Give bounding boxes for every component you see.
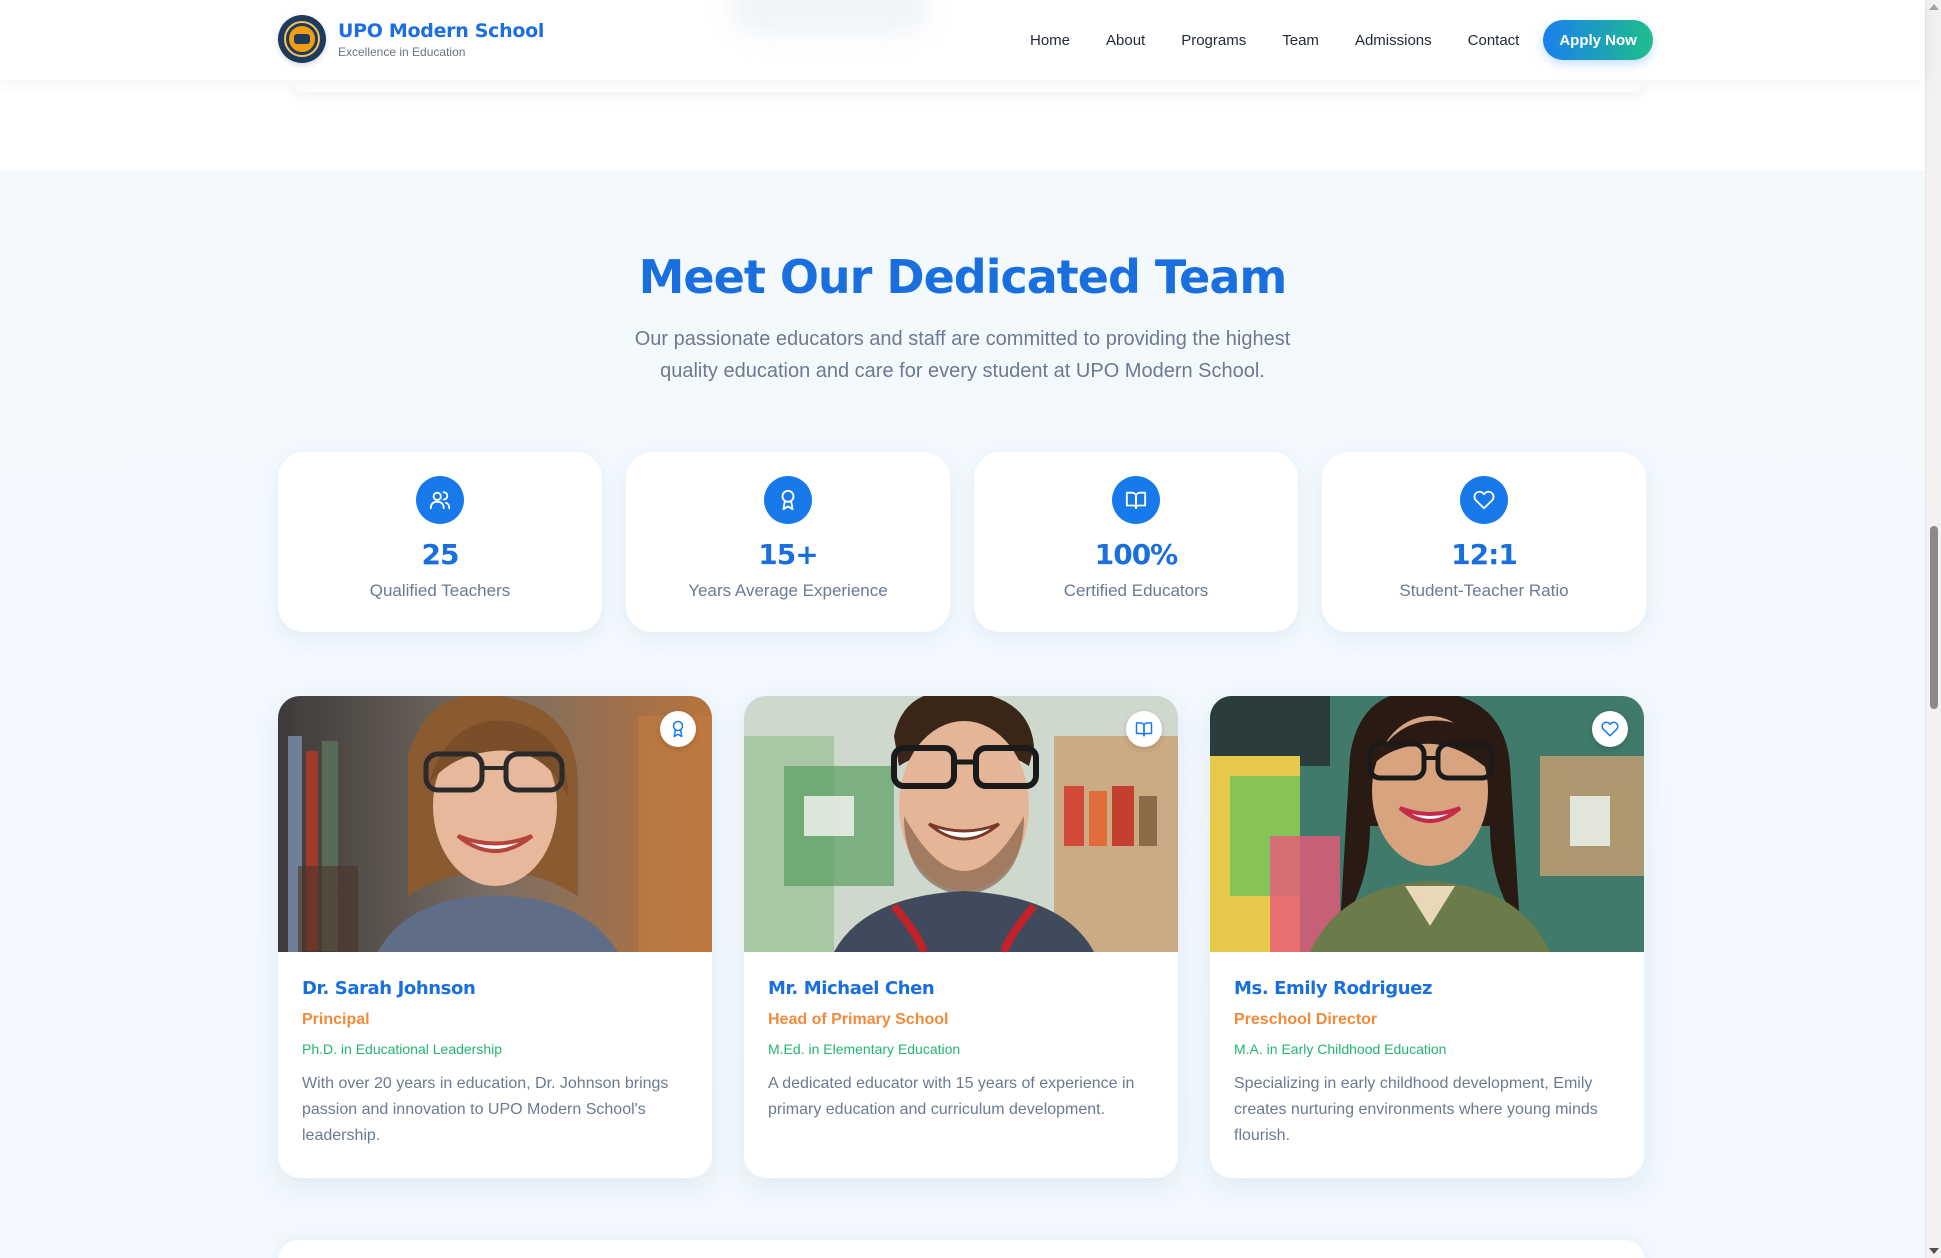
nav-admissions[interactable]: Admissions	[1337, 22, 1450, 59]
brand-title[interactable]: UPO Modern School	[338, 20, 544, 42]
nav-home[interactable]: Home	[1012, 22, 1088, 59]
stat-value: 12:1	[1451, 538, 1518, 571]
member-bio: A dedicated educator with 15 years of ex…	[768, 1075, 1135, 1118]
stat-card: 15+ Years Average Experience	[626, 452, 950, 632]
nav-contact[interactable]: Contact	[1450, 22, 1538, 59]
member-degree: M.A. in Early Childhood Education	[1234, 1041, 1447, 1057]
member-bio: With over 20 years in education, Dr. Joh…	[302, 1075, 669, 1144]
blurred-element	[730, 0, 930, 35]
stat-card: 25 Qualified Teachers	[278, 452, 602, 632]
subtitle-line-1: Our passionate educators and staff are c…	[634, 328, 1291, 350]
stats-row: 25 Qualified Teachers 15+ Years Average …	[278, 452, 1646, 632]
member-name: Ms. Emily Rodriguez	[1234, 978, 1433, 999]
stat-card: 12:1 Student-Teacher Ratio	[1322, 452, 1646, 632]
member-bio: Specializing in early childhood developm…	[1234, 1075, 1598, 1144]
stat-value: 25	[421, 538, 460, 571]
stat-label: Student-Teacher Ratio	[1399, 581, 1569, 600]
scroll-up-arrow-icon[interactable]	[1929, 4, 1939, 10]
stat-label: Years Average Experience	[688, 581, 888, 600]
member-card[interactable]: Mr. Michael Chen Head of Primary School …	[744, 696, 1178, 1178]
award-icon	[660, 711, 696, 747]
section-subtitle: Our passionate educators and staff are c…	[600, 323, 1325, 387]
stat-label: Qualified Teachers	[369, 581, 511, 600]
member-role: Preschool Director	[1234, 1011, 1378, 1028]
member-card[interactable]: Dr. Sarah Johnson Principal Ph.D. in Edu…	[278, 696, 712, 1178]
member-name: Mr. Michael Chen	[768, 978, 935, 999]
member-photo	[278, 696, 712, 952]
member-degree: M.Ed. in Elementary Education	[768, 1041, 961, 1057]
school-logo[interactable]	[278, 15, 326, 63]
brand-text: UPO Modern School Excellence in Educatio…	[338, 20, 544, 59]
scrollbar-thumb[interactable]	[1930, 526, 1938, 709]
member-card[interactable]: Ms. Emily Rodriguez Preschool Director M…	[1210, 696, 1644, 1178]
nav-team[interactable]: Team	[1264, 22, 1337, 59]
page-scrollbar[interactable]	[1925, 0, 1941, 1258]
member-name: Dr. Sarah Johnson	[302, 978, 476, 999]
section-title: Meet Our Dedicated Team	[638, 250, 1288, 304]
nav-programs[interactable]: Programs	[1163, 22, 1264, 59]
team-section: Meet Our Dedicated Team Our passionate e…	[0, 170, 1925, 1258]
award-icon	[764, 476, 812, 524]
previous-section-card-edge	[292, 80, 1645, 92]
heart-icon	[1592, 711, 1628, 747]
stat-card: 100% Certified Educators	[974, 452, 1298, 632]
apply-now-button[interactable]: Apply Now	[1543, 20, 1653, 60]
member-role: Principal	[302, 1011, 370, 1028]
brand[interactable]: UPO Modern School Excellence in Educatio…	[278, 15, 544, 63]
nav-about[interactable]: About	[1088, 22, 1163, 59]
book-open-icon	[1112, 476, 1160, 524]
logo-core	[294, 34, 310, 44]
member-photo	[744, 696, 1178, 952]
stat-value: 15+	[758, 538, 818, 571]
site-header: UPO Modern School Excellence in Educatio…	[0, 0, 1925, 80]
stat-value: 100%	[1094, 538, 1179, 571]
logo-emblem	[284, 21, 320, 57]
member-degree: Ph.D. in Educational Leadership	[302, 1041, 503, 1057]
heart-icon	[1460, 476, 1508, 524]
scroll-down-arrow-icon[interactable]	[1929, 1248, 1939, 1254]
stat-label: Certified Educators	[1063, 581, 1209, 600]
users-icon	[416, 476, 464, 524]
member-photo	[1210, 696, 1644, 952]
member-role: Head of Primary School	[768, 1011, 949, 1028]
next-section-card-edge	[278, 1240, 1645, 1258]
brand-tagline: Excellence in Education	[338, 44, 466, 59]
team-members-grid: Dr. Sarah Johnson Principal Ph.D. in Edu…	[278, 696, 1644, 1178]
main-nav: Home About Programs Team Admissions Cont…	[1012, 20, 1653, 60]
book-open-icon	[1126, 711, 1162, 747]
subtitle-line-2: quality education and care for every stu…	[660, 360, 1265, 382]
